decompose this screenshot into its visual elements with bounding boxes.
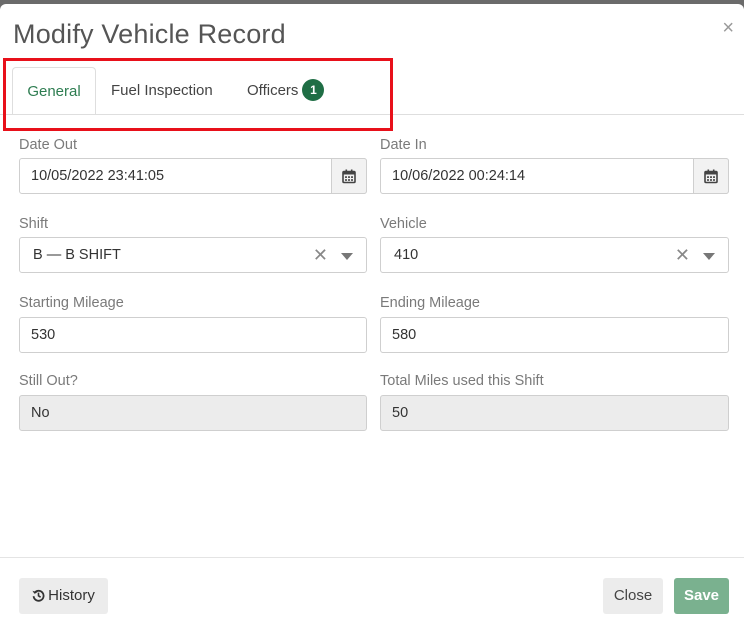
calendar-icon [342, 169, 356, 183]
dialog-title: Modify Vehicle Record [13, 19, 286, 49]
vehicle-clear-icon[interactable]: ✕ [675, 238, 690, 272]
ending-mileage-input[interactable]: 580 [380, 317, 729, 353]
history-button[interactable]: History [19, 578, 108, 614]
ending-mileage-label: Ending Mileage [380, 295, 480, 311]
tab-general[interactable]: General [12, 67, 96, 115]
save-label: Save [683, 587, 720, 604]
shift-select[interactable]: B — B SHIFT ✕ [19, 237, 367, 273]
shift-clear-icon[interactable]: ✕ [313, 238, 328, 272]
still-out-field: No [19, 395, 367, 431]
date-in-label: Date In [380, 137, 427, 153]
date-out-calendar-button[interactable] [331, 158, 367, 194]
total-miles-value: 50 [392, 405, 409, 421]
date-out-label: Date Out [19, 137, 78, 153]
date-out-field[interactable]: 10/05/2022 23:41:05 [19, 158, 367, 194]
tab-officers[interactable]: Officers 1 [247, 67, 325, 114]
total-miles-field: 50 [380, 395, 729, 431]
shift-value: B — B SHIFT [33, 247, 121, 263]
starting-mileage-input[interactable]: 530 [19, 317, 367, 353]
tab-fuel-inspection-label: Fuel Inspection [111, 82, 213, 99]
officers-count-badge: 1 [302, 79, 325, 102]
starting-mileage-label: Starting Mileage [19, 295, 124, 311]
tab-officers-label: Officers [247, 82, 299, 99]
history-icon [32, 589, 45, 602]
starting-mileage-value: 530 [31, 327, 56, 343]
close-label: Close [613, 587, 653, 604]
total-miles-label: Total Miles used this Shift [380, 373, 544, 389]
date-out-value: 10/05/2022 23:41:05 [31, 168, 165, 184]
close-button[interactable]: Close [603, 578, 663, 614]
history-label: History [48, 587, 95, 604]
still-out-value: No [31, 405, 50, 421]
vehicle-select[interactable]: 410 ✕ [380, 237, 729, 273]
date-in-field[interactable]: 10/06/2022 00:24:14 [380, 158, 729, 194]
tab-general-label: General [27, 83, 81, 100]
close-icon[interactable]: × [722, 18, 734, 38]
modify-vehicle-dialog: Modify Vehicle Record × General Fuel Ins… [0, 4, 744, 631]
date-in-calendar-button[interactable] [693, 158, 729, 194]
vehicle-value: 410 [394, 247, 419, 263]
ending-mileage-value: 580 [392, 327, 417, 343]
calendar-icon [704, 169, 718, 183]
save-button[interactable]: Save [674, 578, 729, 614]
footer-divider [0, 557, 744, 558]
vehicle-label: Vehicle [380, 216, 427, 232]
date-in-value: 10/06/2022 00:24:14 [392, 168, 526, 184]
tabs-divider [0, 114, 744, 115]
chevron-down-icon[interactable] [341, 253, 353, 260]
shift-label: Shift [19, 216, 49, 232]
still-out-label: Still Out? [19, 373, 78, 389]
tab-fuel-inspection[interactable]: Fuel Inspection [111, 67, 213, 114]
chevron-down-icon[interactable] [703, 253, 715, 260]
